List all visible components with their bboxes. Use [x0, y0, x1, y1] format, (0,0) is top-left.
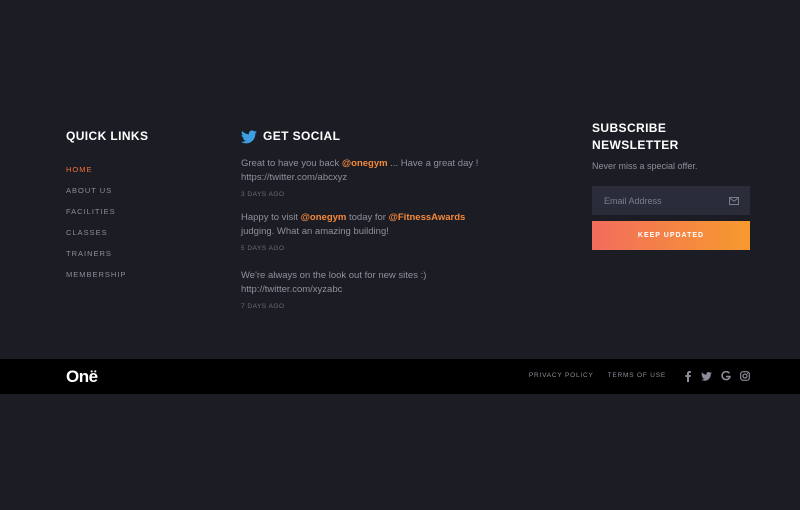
tweet-1-time: 3 DAYS AGO — [241, 191, 285, 198]
tweet-3: We're always on the look out for new sit… — [241, 269, 541, 314]
tweet-1: Great to have you back @onegym ... Have … — [241, 157, 541, 202]
link-facilities[interactable]: FACILITIES — [66, 205, 216, 226]
tweet-2-text-2: today for — [346, 212, 389, 223]
terms-of-use-link[interactable]: TERMS OF USE — [608, 372, 666, 379]
mention-onegym[interactable]: @onegym — [342, 158, 388, 169]
tweet-2: Happy to visit @onegym today for @Fitnes… — [241, 211, 541, 256]
email-input[interactable] — [604, 195, 714, 206]
instagram-icon[interactable] — [739, 370, 750, 382]
get-social-title: GET SOCIAL — [263, 129, 341, 143]
bottom-bar: Onë PRIVACY POLICY TERMS OF USE — [0, 359, 800, 394]
mention-onegym[interactable]: @onegym — [301, 212, 347, 223]
privacy-policy-link[interactable]: PRIVACY POLICY — [529, 372, 594, 379]
tweet-2-text-3: judging. What an amazing building! — [241, 226, 389, 237]
mention-fitnessawards[interactable]: @FitnessAwards — [389, 212, 466, 223]
link-trainers[interactable]: TRAINERS — [66, 247, 216, 268]
tweet-1-link[interactable]: https://twitter.com/abcxyz — [241, 171, 541, 185]
link-membership[interactable]: MEMBERSHIP — [66, 268, 216, 289]
social-icons — [682, 370, 750, 382]
tweet-1-text: Great to have you back — [241, 158, 342, 169]
newsletter-text: Never miss a special offer. — [592, 161, 698, 171]
tweet-3-time: 7 DAYS AGO — [241, 303, 285, 310]
tweet-3-text: We're always on the look out for new sit… — [241, 270, 427, 281]
get-social-heading: GET SOCIAL — [241, 128, 541, 145]
google-icon[interactable] — [720, 370, 731, 382]
link-home[interactable]: HOME — [66, 163, 216, 184]
keep-updated-button[interactable]: KEEP UPDATED — [592, 221, 750, 250]
twitter-icon — [241, 129, 257, 144]
email-field-wrapper — [592, 186, 750, 215]
envelope-icon — [729, 196, 739, 205]
quick-links-title: QUICK LINKS — [66, 129, 149, 143]
get-social-column: GET SOCIAL Great to have you back @onegy… — [241, 128, 541, 314]
tweet-1-text-2: ... Have a great day ! — [387, 158, 479, 169]
quick-links-list: HOME ABOUT US FACILITIES CLASSES TRAINER… — [66, 163, 216, 289]
facebook-icon[interactable] — [682, 370, 693, 382]
newsletter-column: SUBSCRIBE NEWSLETTER Never miss a specia… — [592, 120, 750, 250]
logo[interactable]: Onë — [66, 367, 98, 387]
tweet-2-text: Happy to visit — [241, 212, 301, 223]
quick-links-column: QUICK LINKS HOME ABOUT US FACILITIES CLA… — [66, 128, 216, 289]
twitter-icon[interactable] — [701, 370, 712, 382]
link-about-us[interactable]: ABOUT US — [66, 184, 216, 205]
newsletter-title: SUBSCRIBE NEWSLETTER — [592, 120, 679, 152]
footer-main: QUICK LINKS HOME ABOUT US FACILITIES CLA… — [0, 0, 800, 359]
tweet-3-link[interactable]: http://twitter.com/xyzabc — [241, 283, 541, 297]
legal-links: PRIVACY POLICY TERMS OF USE — [529, 372, 666, 379]
tweet-2-time: 5 DAYS AGO — [241, 245, 285, 252]
link-classes[interactable]: CLASSES — [66, 226, 216, 247]
